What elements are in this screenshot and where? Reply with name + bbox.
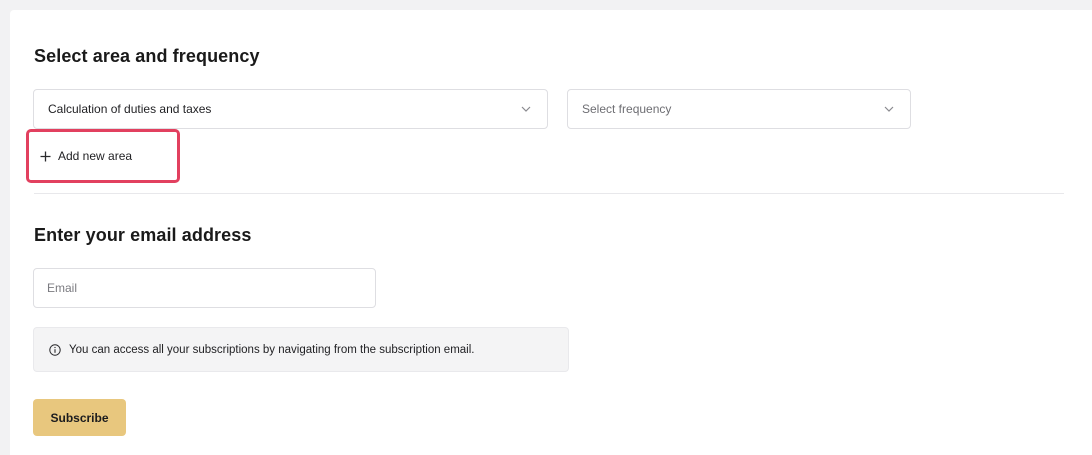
frequency-select-placeholder: Select frequency [582, 102, 672, 116]
email-input[interactable] [33, 268, 376, 308]
chevron-down-icon [519, 102, 533, 116]
chevron-down-icon [882, 102, 896, 116]
add-new-area-label: Add new area [58, 149, 133, 163]
subscription-info-note: You can access all your subscriptions by… [33, 327, 569, 372]
add-new-area-button[interactable]: Add new area [26, 129, 180, 183]
subscribe-button[interactable]: Subscribe [33, 399, 126, 436]
email-section-title: Enter your email address [34, 225, 252, 245]
frequency-select[interactable]: Select frequency [567, 89, 911, 129]
plus-icon [39, 150, 51, 162]
info-text: You can access all your subscriptions by… [69, 343, 475, 356]
area-select[interactable]: Calculation of duties and taxes [33, 89, 548, 129]
area-select-value: Calculation of duties and taxes [48, 102, 212, 116]
area-section-title: Select area and frequency [34, 46, 260, 66]
info-circle-icon [48, 343, 61, 356]
section-divider [34, 193, 1064, 194]
